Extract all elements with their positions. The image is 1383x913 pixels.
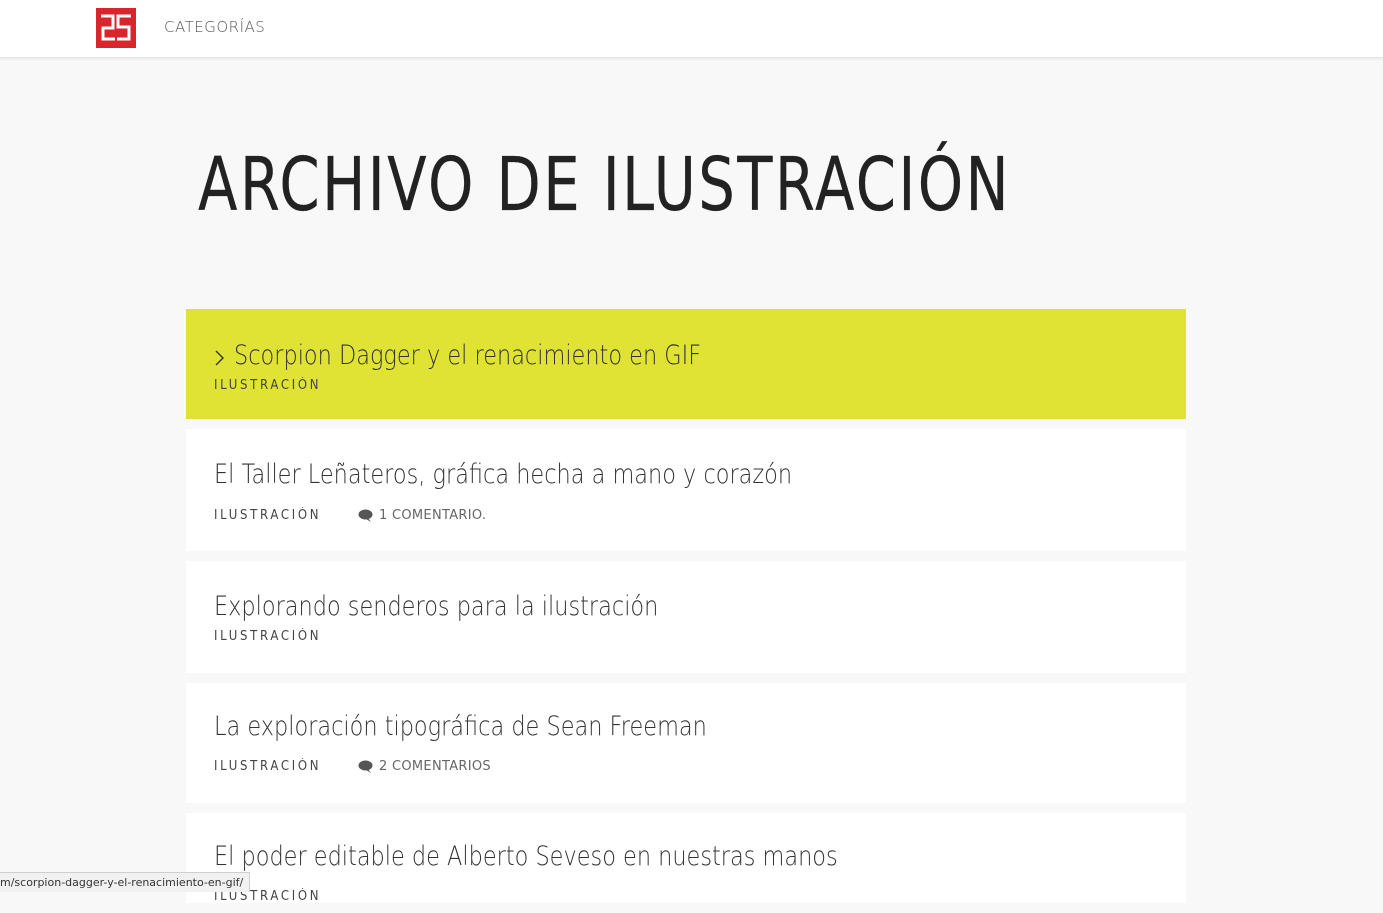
comments-link[interactable]: 1 COMENTARIO. (358, 508, 486, 523)
comments-count: 1 COMENTARIO. (379, 508, 487, 523)
post-title-link[interactable]: Scorpion Dagger y el renacimiento en GIF (234, 340, 701, 371)
post-item[interactable]: El Taller Leñateros, gráfica hecha a man… (186, 429, 1186, 551)
post-title-link[interactable]: La exploración tipográfica de Sean Freem… (214, 711, 707, 742)
chevron-right-icon (214, 349, 228, 371)
top-bar: CATEGORÍAS (0, 0, 1383, 58)
post-title-link[interactable]: Explorando senderos para la ilustración (214, 591, 658, 622)
page-title: ARCHIVO DE ILUSTRACIÓN (198, 142, 1012, 228)
comments-count: 2 COMENTARIOS (379, 759, 491, 774)
post-list: Scorpion Dagger y el renacimiento en GIF… (186, 309, 1186, 913)
comments-link[interactable]: 2 COMENTARIOS (358, 759, 491, 774)
site-logo[interactable] (96, 8, 136, 48)
post-title-link[interactable]: El Taller Leñateros, gráfica hecha a man… (214, 459, 792, 490)
comment-bubble-icon (358, 760, 373, 773)
logo-mark-icon (96, 8, 136, 48)
post-category-link[interactable]: ILUSTRACIÓN (214, 629, 321, 644)
comment-bubble-icon (358, 509, 373, 522)
post-item[interactable]: La exploración tipográfica de Sean Freem… (186, 683, 1186, 803)
post-category-link[interactable]: ILUSTRACIÓN (214, 508, 322, 523)
post-item[interactable]: El poder editable de Alberto Seveso en n… (186, 813, 1186, 904)
browser-status-bar: m/scorpion-dagger-y-el-renacimiento-en-g… (0, 872, 251, 892)
post-item[interactable]: Explorando senderos para la ilustración … (186, 561, 1186, 673)
post-item-active[interactable]: Scorpion Dagger y el renacimiento en GIF… (186, 309, 1186, 419)
nav-categories-link[interactable]: CATEGORÍAS (164, 18, 265, 36)
post-category-link[interactable]: ILUSTRACIÓN (214, 759, 322, 774)
post-category-link[interactable]: ILUSTRACIÓN (214, 378, 321, 393)
post-title-link[interactable]: El poder editable de Alberto Seveso en n… (214, 841, 838, 872)
